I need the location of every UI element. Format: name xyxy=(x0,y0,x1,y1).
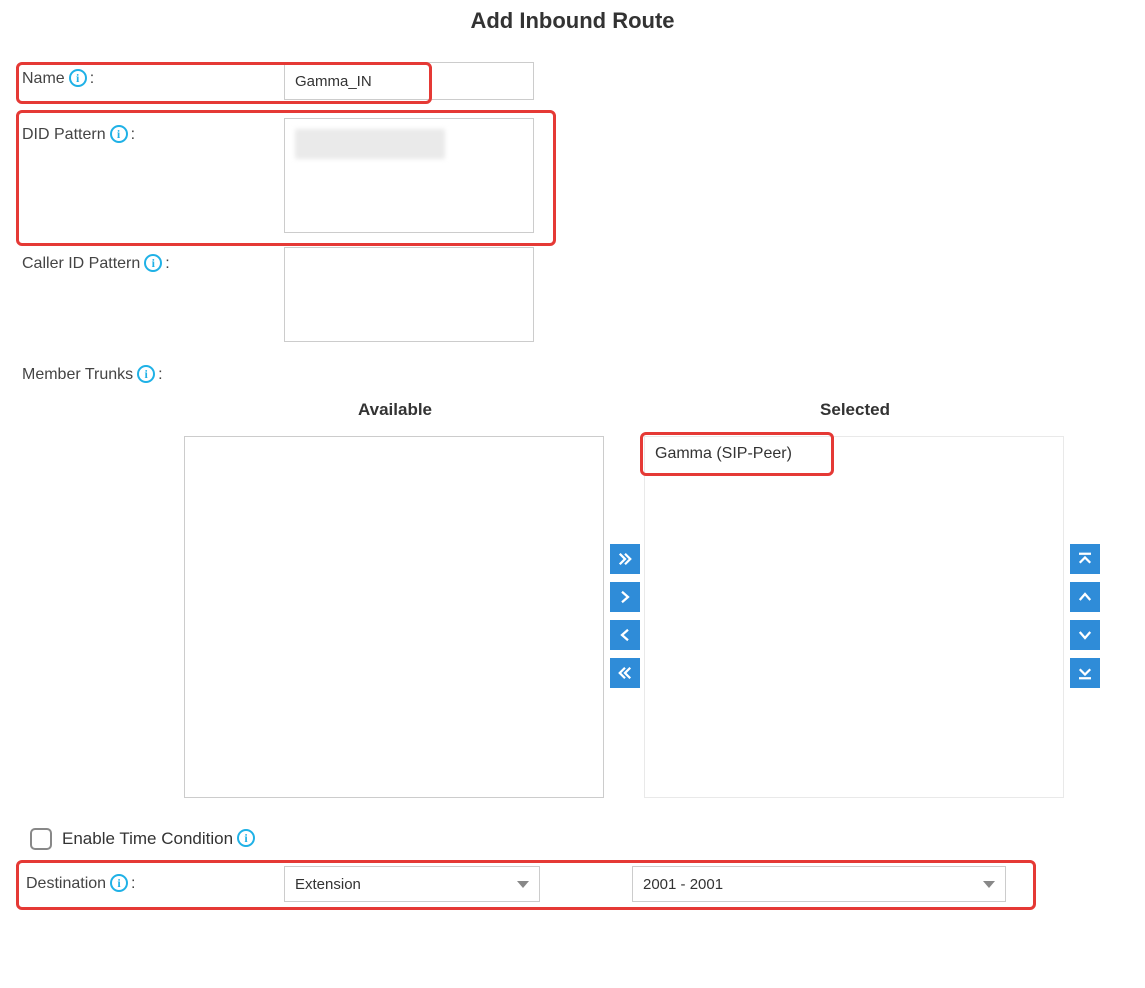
selected-list[interactable]: Gamma (SIP-Peer) xyxy=(644,436,1064,798)
did-pattern-label-text: DID Pattern xyxy=(22,126,106,144)
enable-time-condition-text: Enable Time Condition xyxy=(62,829,233,849)
list-item[interactable]: Gamma (SIP-Peer) xyxy=(653,443,1055,465)
add-all-button[interactable] xyxy=(610,544,640,574)
did-pattern-label: DID Pattern : xyxy=(22,118,135,144)
remove-button[interactable] xyxy=(610,620,640,650)
destination-value-select[interactable]: 2001 - 2001 xyxy=(632,866,1006,902)
info-icon[interactable] xyxy=(110,125,128,143)
member-trunks-label-text: Member Trunks xyxy=(22,366,133,384)
destination-label: Destination : xyxy=(26,875,136,893)
available-header: Available xyxy=(184,400,606,436)
name-label: Name : xyxy=(22,62,94,88)
available-list[interactable] xyxy=(184,436,604,798)
caller-id-pattern-label: Caller ID Pattern : xyxy=(22,247,170,273)
info-icon[interactable] xyxy=(69,69,87,87)
info-icon[interactable] xyxy=(237,829,255,847)
page-title: Add Inbound Route xyxy=(12,8,1133,34)
move-down-button[interactable] xyxy=(1070,620,1100,650)
move-bottom-button[interactable] xyxy=(1070,658,1100,688)
redacted-text xyxy=(295,129,445,159)
did-pattern-input[interactable] xyxy=(284,118,534,233)
name-input[interactable] xyxy=(284,62,534,100)
move-top-button[interactable] xyxy=(1070,544,1100,574)
enable-time-condition-label: Enable Time Condition xyxy=(62,829,256,849)
move-up-button[interactable] xyxy=(1070,582,1100,612)
selected-header: Selected xyxy=(644,400,1066,436)
destination-value-text: 2001 - 2001 xyxy=(643,876,723,893)
chevron-down-icon xyxy=(517,881,529,888)
caller-id-pattern-label-text: Caller ID Pattern xyxy=(22,255,140,273)
name-label-text: Name xyxy=(22,70,65,88)
enable-time-condition-checkbox[interactable] xyxy=(30,828,52,850)
info-icon[interactable] xyxy=(137,365,155,383)
destination-type-select[interactable]: Extension xyxy=(284,866,540,902)
destination-type-value: Extension xyxy=(295,876,361,893)
add-button[interactable] xyxy=(610,582,640,612)
member-trunks-label: Member Trunks : xyxy=(22,366,163,384)
destination-label-text: Destination xyxy=(26,875,106,893)
chevron-down-icon xyxy=(983,881,995,888)
info-icon[interactable] xyxy=(144,254,162,272)
info-icon[interactable] xyxy=(110,874,128,892)
caller-id-pattern-input[interactable] xyxy=(284,247,534,342)
remove-all-button[interactable] xyxy=(610,658,640,688)
